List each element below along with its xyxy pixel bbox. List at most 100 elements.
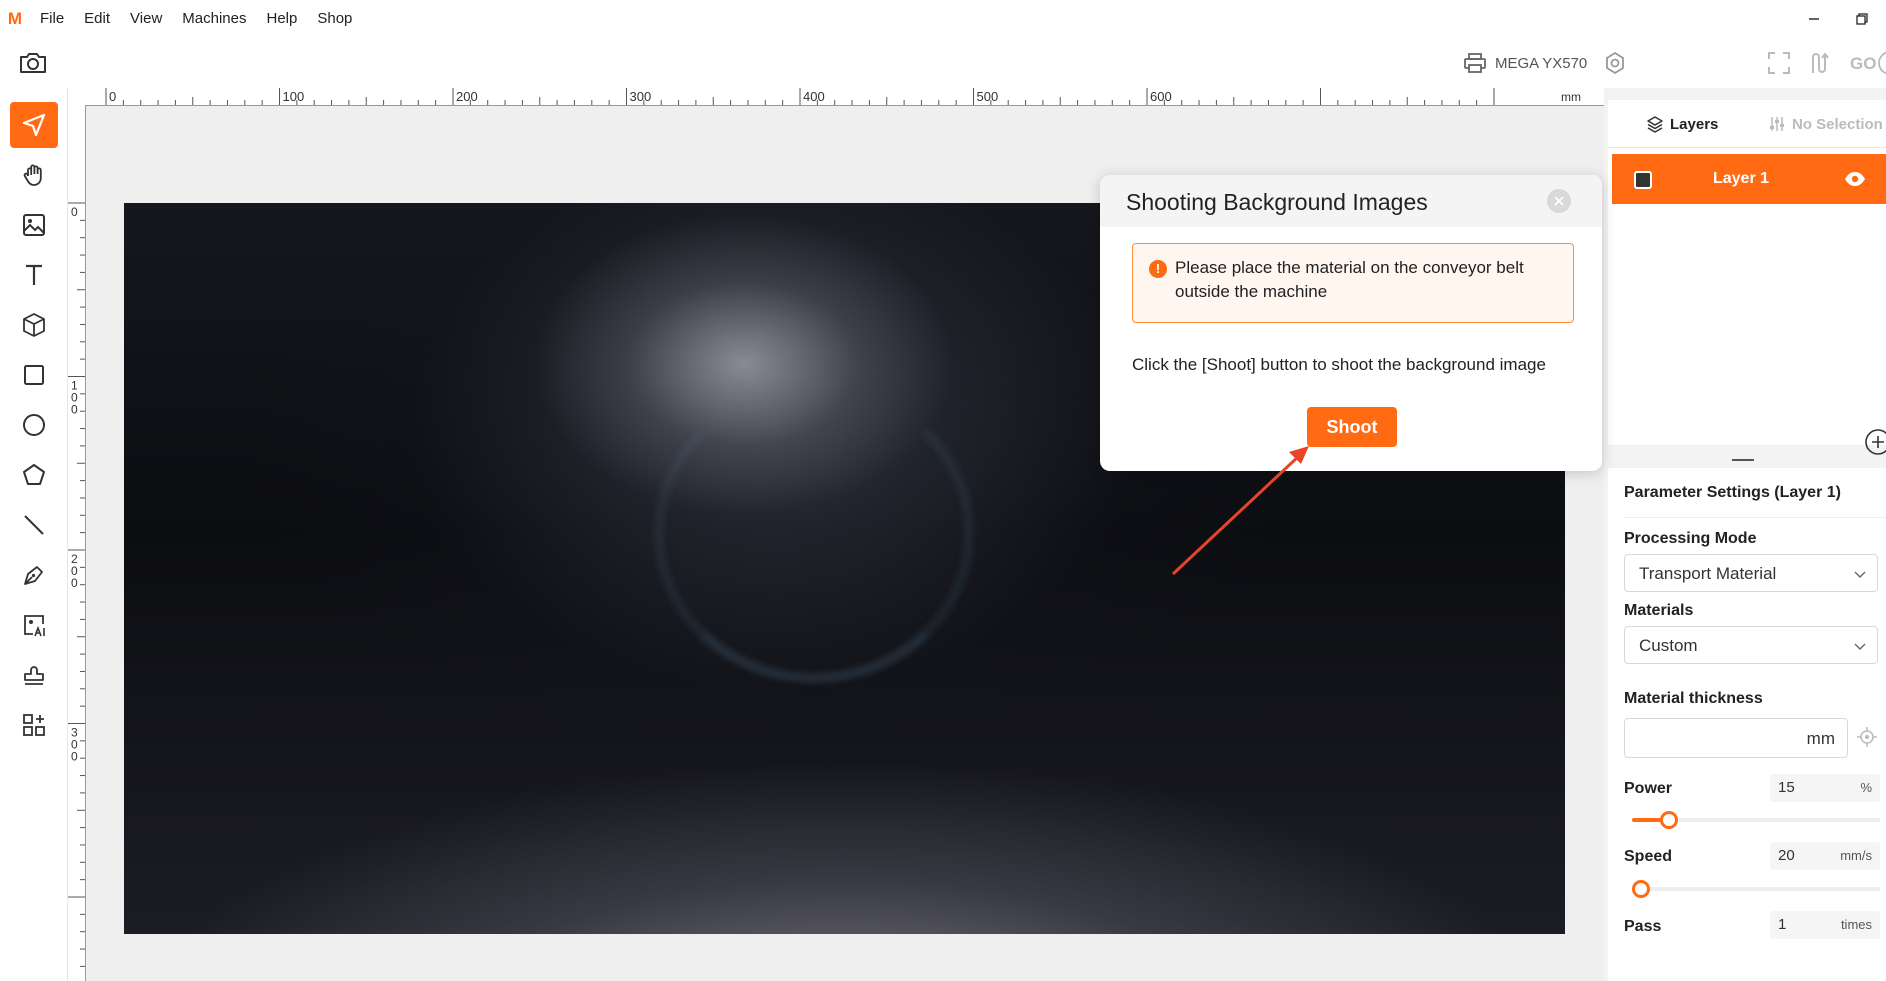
image-icon — [23, 214, 45, 236]
chevron-down-icon — [1854, 571, 1866, 578]
tab-no-selection-label: No Selection — [1792, 115, 1883, 133]
warning-message: ! Please place the material on the conve… — [1132, 243, 1574, 323]
fullscreen-button[interactable] — [1766, 50, 1792, 76]
hand-tool[interactable] — [10, 152, 58, 198]
speed-input[interactable]: 20 mm/s — [1770, 842, 1880, 870]
shoot-button[interactable]: Shoot — [1307, 407, 1397, 447]
ai-image-tool[interactable] — [10, 602, 58, 648]
menu-machines[interactable]: Machines — [172, 0, 256, 38]
fullscreen-icon — [1768, 52, 1790, 74]
printer-icon — [1464, 53, 1486, 73]
tab-no-selection[interactable]: No Selection — [1768, 100, 1883, 148]
stamp-tool[interactable] — [10, 652, 58, 698]
processing-mode-select[interactable]: Transport Material — [1624, 554, 1878, 592]
ruler-corner — [68, 88, 85, 106]
rectangle-icon — [24, 365, 44, 385]
ruler-label: 300 — [630, 89, 652, 104]
select-tool[interactable] — [10, 102, 58, 148]
ruler-label: 500 — [977, 89, 999, 104]
menu-file[interactable]: File — [30, 0, 74, 38]
stamp-icon — [24, 666, 44, 685]
speed-label: Speed — [1624, 848, 1673, 865]
dialog-close-button[interactable] — [1547, 189, 1571, 213]
thickness-label: Material thickness — [1624, 690, 1763, 707]
speed-slider[interactable] — [1632, 880, 1880, 898]
pass-unit: times — [1840, 917, 1872, 932]
restore-button[interactable] — [1838, 0, 1886, 38]
right-panel: Layers No Selection Layer 1 Parameter Se… — [1604, 88, 1886, 981]
sliders-icon — [1770, 117, 1784, 131]
parameter-settings-panel: Parameter Settings (Layer 1) Processing … — [1608, 468, 1886, 981]
materials-select[interactable]: Custom — [1624, 626, 1878, 664]
restore-icon — [1856, 13, 1868, 25]
ai-image-icon — [24, 615, 45, 637]
speed-slider-thumb[interactable] — [1632, 880, 1650, 898]
ruler-label: 200 — [456, 89, 478, 104]
text-tool[interactable] — [10, 252, 58, 298]
add-layer-button[interactable] — [1864, 428, 1886, 456]
camera-button[interactable] — [18, 50, 48, 76]
path-preview-button[interactable] — [1808, 50, 1834, 76]
warning-icon: ! — [1149, 260, 1167, 278]
menu-bar: M File Edit View Machines Help Shop — [0, 0, 1886, 38]
layers-tabs: Layers No Selection — [1608, 100, 1886, 148]
panel-resize-handle[interactable] — [1732, 459, 1754, 461]
warning-text: Please place the material on the conveyo… — [1175, 258, 1524, 301]
ellipse-tool[interactable] — [10, 402, 58, 448]
menu-edit[interactable]: Edit — [74, 0, 120, 38]
tab-layers[interactable]: Layers — [1646, 100, 1718, 148]
go-button[interactable]: GO — [1850, 50, 1886, 76]
processing-mode-label: Processing Mode — [1624, 530, 1757, 547]
hand-icon — [23, 164, 42, 186]
ruler-label: 400 — [803, 89, 825, 104]
ruler-unit-label: mm — [1561, 90, 1581, 104]
thickness-unit: mm — [1806, 729, 1835, 748]
pass-label: Pass — [1624, 918, 1662, 935]
polygon-tool[interactable] — [10, 452, 58, 498]
crosshair-icon[interactable] — [1856, 726, 1878, 748]
chevron-down-icon — [1854, 643, 1866, 650]
line-tool[interactable] — [10, 502, 58, 548]
pentagon-icon — [23, 464, 45, 485]
3d-model-tool[interactable] — [10, 302, 58, 348]
power-slider[interactable] — [1632, 811, 1880, 829]
tab-layers-label: Layers — [1670, 115, 1719, 133]
add-apps-icon — [23, 714, 45, 736]
power-label: Power — [1624, 780, 1673, 797]
cube-icon — [23, 313, 45, 337]
menu-shop[interactable]: Shop — [307, 0, 362, 38]
minimize-icon — [1809, 18, 1819, 20]
menu-help[interactable]: Help — [256, 0, 307, 38]
pass-input[interactable]: 1 times — [1770, 911, 1880, 939]
settings-icon — [1606, 51, 1624, 75]
power-input[interactable]: 15 % — [1770, 774, 1880, 802]
power-unit: % — [1860, 780, 1872, 795]
ruler-label: 0 — [71, 403, 78, 417]
cursor-arrow-icon — [22, 113, 46, 137]
pen-tool[interactable] — [10, 552, 58, 598]
speed-value: 20 — [1778, 847, 1795, 864]
layers-panel: Layers No Selection Layer 1 — [1608, 100, 1886, 455]
params-title: Parameter Settings (Layer 1) — [1624, 468, 1886, 518]
dialog-instruction: Click the [Shoot] button to shoot the ba… — [1132, 355, 1546, 374]
menu-view[interactable]: View — [120, 0, 172, 38]
machine-settings-button[interactable] — [1602, 50, 1628, 76]
layer-name: Layer 1 — [1712, 170, 1770, 187]
machine-selector[interactable]: MEGA YX570 — [1463, 51, 1587, 75]
close-icon — [1554, 196, 1564, 206]
power-slider-thumb[interactable] — [1660, 811, 1678, 829]
thickness-input[interactable]: mm — [1624, 718, 1848, 758]
pass-value: 1 — [1778, 916, 1787, 933]
eye-icon — [1845, 172, 1865, 186]
more-tools[interactable] — [10, 702, 58, 748]
ruler-horizontal: 0 100 200 300 400 500 600 mm — [85, 88, 1604, 106]
minimize-button[interactable] — [1790, 0, 1838, 38]
ruler-label: 100 — [283, 89, 305, 104]
dialog-header: Shooting Background Images — [1100, 175, 1602, 227]
rectangle-tool[interactable] — [10, 352, 58, 398]
layer-visibility-toggle[interactable] — [1844, 169, 1866, 189]
image-tool[interactable] — [10, 202, 58, 248]
top-toolbar: MEGA YX570 GO — [0, 38, 1886, 88]
ruler-label: 600 — [1150, 89, 1172, 104]
layer-row[interactable]: Layer 1 — [1612, 154, 1886, 204]
